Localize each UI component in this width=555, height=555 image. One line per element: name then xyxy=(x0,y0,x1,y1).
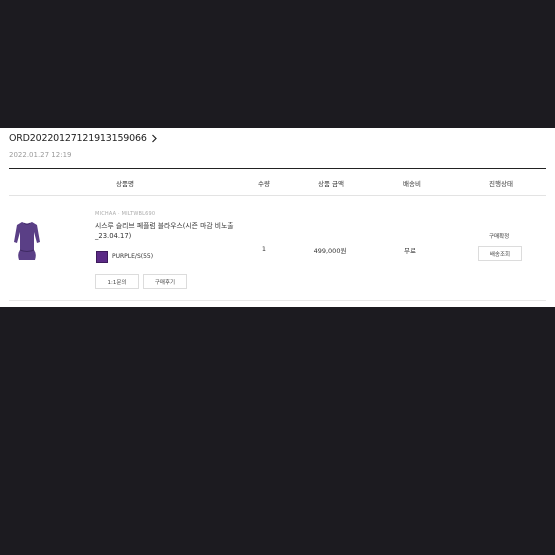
product-thumbnail[interactable] xyxy=(13,220,41,270)
table-header-rule xyxy=(9,195,546,196)
table-header: 상품명 수량 상품 금액 배송비 진행상태 xyxy=(9,169,546,195)
header-quantity: 수량 xyxy=(258,180,270,188)
header-status: 진행상태 xyxy=(489,180,513,188)
product-name-link[interactable]: 시스루 슬리브 페플럼 블라우스(시즌 마감 비노출 _23.04.17) xyxy=(95,221,245,241)
chevron-right-icon xyxy=(151,134,158,143)
header-price: 상품 금액 xyxy=(318,180,344,188)
order-id-link[interactable]: ORD20220127121913159066 xyxy=(9,133,158,144)
inquiry-button[interactable]: 1:1문의 xyxy=(95,274,139,289)
review-button[interactable]: 구매후기 xyxy=(143,274,187,289)
shipping-value: 무료 xyxy=(404,247,416,255)
color-swatch xyxy=(96,251,108,263)
product-brand: MICHAA · MILTWBL690 xyxy=(95,211,156,217)
status-text: 구매확정 xyxy=(489,234,510,240)
product-name-line2: _23.04.17) xyxy=(95,232,132,240)
order-detail-panel: ORD20220127121913159066 2022.01.27 12:19… xyxy=(0,128,555,307)
product-name-line1: 시스루 슬리브 페플럼 블라우스(시즌 마감 비노출 xyxy=(95,222,234,230)
price-value: 499,000원 xyxy=(313,247,347,255)
table-bottom-rule xyxy=(9,300,546,301)
product-option: PURPLE/S(55) xyxy=(112,253,154,260)
header-shipping: 배송비 xyxy=(403,180,421,188)
track-delivery-button[interactable]: 배송조회 xyxy=(478,246,522,261)
header-product: 상품명 xyxy=(116,180,134,188)
order-id-text: ORD20220127121913159066 xyxy=(9,133,147,144)
order-date: 2022.01.27 12:19 xyxy=(9,151,72,159)
quantity-value: 1 xyxy=(261,245,267,253)
